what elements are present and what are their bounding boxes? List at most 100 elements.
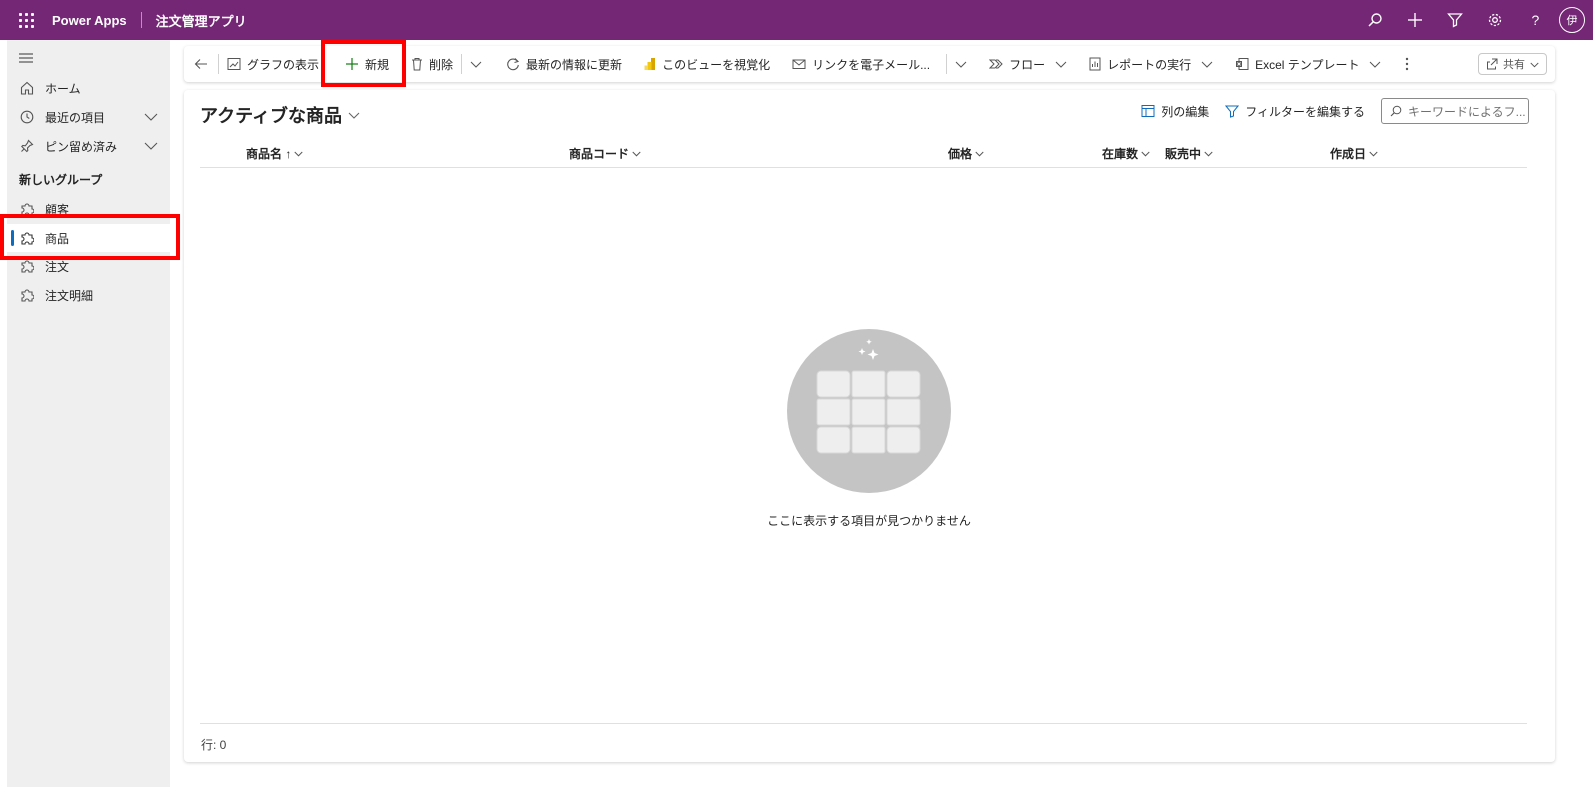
refresh-label: 最新の情報に更新	[526, 57, 623, 72]
email-link-dropdown[interactable]	[947, 46, 975, 82]
brand-name[interactable]: Power Apps	[52, 13, 127, 28]
sidebar-item-order-details[interactable]: 注文明細	[7, 281, 170, 309]
chevron-down-icon	[955, 61, 967, 68]
sidebar-item-label: 最近の項目	[45, 110, 106, 125]
chevron-down-icon	[1204, 151, 1213, 157]
chevron-down-icon	[1201, 61, 1213, 68]
flow-icon	[989, 59, 1003, 69]
back-button[interactable]	[184, 46, 218, 82]
flow-label: フロー	[1009, 57, 1046, 72]
report-icon	[1089, 57, 1101, 71]
new-label: 新規	[365, 57, 390, 72]
share-label: 共有	[1503, 59, 1525, 71]
share-icon	[1487, 58, 1498, 70]
app-header: Power Apps 注文管理アプリ ? 伊	[0, 0, 1593, 40]
run-report-button[interactable]: レポートの実行	[1075, 46, 1221, 82]
column-header-stock[interactable]: 在庫数	[1102, 145, 1150, 162]
column-header-price[interactable]: 価格	[948, 145, 984, 162]
excel-template-button[interactable]: Excel テンプレート	[1221, 46, 1389, 82]
run-report-label: レポートの実行	[1107, 57, 1192, 72]
add-icon[interactable]	[1395, 0, 1435, 40]
puzzle-icon	[19, 287, 35, 303]
header-divider	[140, 12, 142, 28]
more-commands-dropdown[interactable]	[462, 46, 490, 82]
flow-button[interactable]: フロー	[975, 46, 1075, 82]
chevron-down-icon[interactable]	[144, 110, 158, 127]
view-panel: アクティブな商品 列の編集 フィルターを編集する キーワードによるフ... 商品…	[184, 90, 1555, 762]
settings-gear-icon[interactable]	[1475, 0, 1515, 40]
column-label: 販売中	[1165, 147, 1202, 161]
selected-indicator	[11, 230, 14, 246]
excel-icon	[1236, 58, 1249, 70]
overflow-menu-icon[interactable]	[1389, 46, 1417, 82]
chevron-down-icon	[1055, 61, 1067, 68]
chevron-down-icon	[1141, 151, 1150, 157]
new-button[interactable]: 新規	[327, 46, 403, 82]
pin-icon	[19, 138, 35, 154]
email-link-label: リンクを電子メール...	[812, 57, 931, 72]
sidebar-item-label: ホーム	[45, 81, 81, 96]
help-icon[interactable]: ?	[1515, 0, 1555, 40]
filter-icon[interactable]	[1435, 0, 1475, 40]
search-placeholder: キーワードによるフ...	[1408, 104, 1526, 119]
sidebar-group-title: 新しいグループ	[19, 173, 103, 187]
chart-icon	[227, 58, 241, 70]
svg-text:?: ?	[1532, 12, 1540, 28]
visualize-label: このビューを視覚化	[662, 57, 771, 72]
sidebar-item-pinned[interactable]: ピン留め済み	[7, 132, 170, 160]
sidebar-item-home[interactable]: ホーム	[7, 74, 170, 102]
search-input[interactable]: キーワードによるフ...	[1381, 98, 1529, 124]
view-selector[interactable]: アクティブな商品	[200, 102, 360, 128]
sidebar-item-recent[interactable]: 最近の項目	[7, 103, 170, 131]
chevron-down-icon	[632, 151, 641, 157]
puzzle-icon	[19, 258, 35, 274]
app-launcher-waffle-icon[interactable]	[0, 0, 52, 40]
empty-state-message: ここに表示する項目が見つかりません	[767, 514, 971, 528]
empty-state-grid-icon	[787, 329, 951, 493]
email-link-button[interactable]: リンクを電子メール...	[778, 46, 938, 82]
refresh-button[interactable]: 最新の情報に更新	[490, 46, 630, 82]
refresh-icon	[507, 58, 520, 71]
app-title[interactable]: 注文管理アプリ	[156, 11, 247, 30]
column-header-on-sale[interactable]: 販売中	[1165, 145, 1213, 162]
sidebar-item-products[interactable]: 商品	[7, 224, 170, 252]
grid-header-row: 商品名 ↑ 商品コード 価格 在庫数 販売中 作成日	[200, 138, 1527, 168]
powerbi-icon	[644, 58, 656, 70]
column-header-created-on[interactable]: 作成日	[1330, 145, 1378, 162]
chevron-down-icon	[470, 61, 482, 68]
sidebar-item-label: 注文明細	[45, 288, 94, 303]
share-button[interactable]: 共有	[1478, 53, 1547, 75]
edit-filters-button[interactable]: フィルターを編集する	[1225, 103, 1365, 120]
sidebar-item-label: 顧客	[45, 202, 70, 217]
view-title: アクティブな商品	[200, 106, 343, 126]
row-count: 行: 0	[201, 738, 227, 752]
edit-columns-label: 列の編集	[1161, 104, 1210, 119]
sidebar-item-orders[interactable]: 注文	[7, 252, 170, 280]
plus-icon	[346, 58, 359, 70]
chevron-down-icon	[294, 151, 303, 157]
chevron-down-icon	[1530, 62, 1539, 67]
delete-button[interactable]: 削除	[403, 46, 461, 82]
show-chart-label: グラフの表示	[247, 57, 320, 72]
sitemap-sidebar: ホーム 最近の項目 ピン留め済み 新しいグループ 顧客 商品 注文 注文明細	[7, 40, 170, 787]
excel-template-label: Excel テンプレート	[1255, 57, 1360, 72]
home-icon	[19, 80, 35, 96]
sidebar-item-label: 商品	[45, 231, 70, 246]
show-chart-button[interactable]: グラフの表示	[219, 46, 327, 82]
search-icon	[1390, 105, 1402, 117]
delete-label: 削除	[429, 57, 454, 72]
search-icon[interactable]	[1355, 0, 1395, 40]
chevron-down-icon[interactable]	[144, 139, 158, 156]
email-icon	[792, 59, 806, 69]
edit-columns-button[interactable]: 列の編集	[1141, 103, 1209, 120]
hamburger-menu-icon[interactable]	[19, 52, 33, 66]
column-label: 商品名 ↑	[246, 147, 292, 161]
puzzle-icon	[19, 201, 35, 217]
column-header-product-code[interactable]: 商品コード	[569, 145, 641, 162]
visualize-view-button[interactable]: このビューを視覚化	[630, 46, 778, 82]
user-avatar[interactable]: 伊	[1559, 7, 1585, 33]
column-label: 価格	[948, 147, 973, 161]
chevron-down-icon	[1370, 61, 1381, 68]
column-header-product-name[interactable]: 商品名 ↑	[246, 145, 303, 162]
sidebar-item-customers[interactable]: 顧客	[7, 195, 170, 223]
